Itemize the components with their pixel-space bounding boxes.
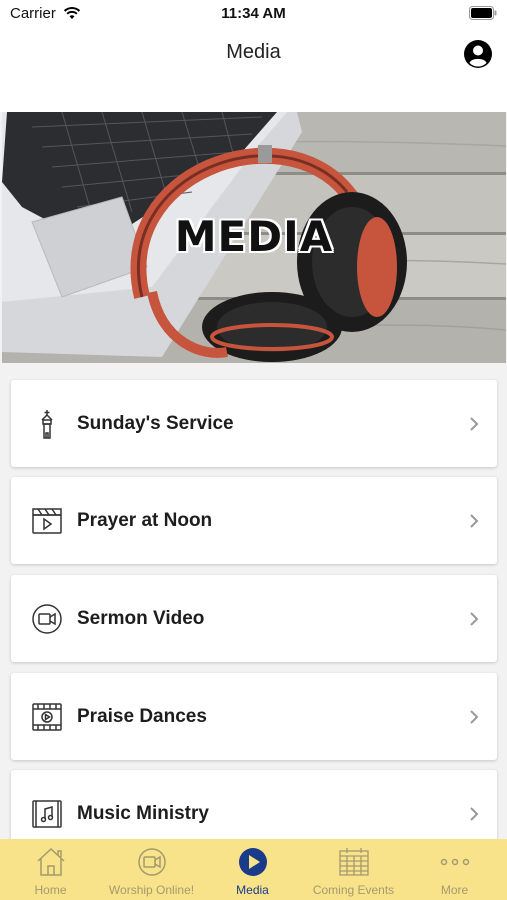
clock: 11:34 AM [221, 5, 286, 22]
list-item-label: Prayer at Noon [77, 510, 213, 531]
play-icon [239, 848, 267, 876]
more-dots-icon [440, 858, 470, 866]
list-item-label: Music Ministry [77, 803, 209, 824]
banner-title: MEDIA [174, 212, 334, 261]
tab-media[interactable]: Media [202, 839, 303, 900]
list-item-label: Praise Dances [77, 706, 207, 727]
music-note-icon [32, 800, 62, 828]
tab-label: Home [34, 883, 67, 897]
list-item-music-ministry[interactable]: Music Ministry [11, 770, 497, 839]
list-item-label: Sermon Video [77, 608, 205, 629]
list-item-prayer-at-noon[interactable]: Prayer at Noon [11, 477, 497, 564]
media-list: Sunday's Service Prayer at Noon Sermon V… [0, 363, 507, 839]
list-item-label: Sunday's Service [77, 413, 234, 434]
clapperboard-icon [32, 508, 62, 534]
page-title: Media [226, 41, 281, 63]
church-icon [41, 410, 53, 439]
tab-more[interactable]: More [404, 839, 505, 900]
battery-icon [469, 6, 497, 20]
tab-label: Coming Events [312, 883, 395, 897]
calendar-icon [339, 848, 369, 876]
header-spacer [0, 78, 507, 112]
home-icon [37, 847, 65, 876]
tab-home[interactable]: Home [0, 839, 101, 900]
video-icon [138, 848, 166, 876]
tab-coming-events[interactable]: Coming Events [303, 839, 404, 900]
list-item-praise-dances[interactable]: Praise Dances [11, 673, 497, 760]
chevron-right-icon [470, 612, 479, 626]
list-item-sundays-service[interactable]: Sunday's Service [11, 380, 497, 467]
chevron-right-icon [470, 807, 479, 821]
video-camera-icon [32, 604, 62, 634]
chevron-right-icon [470, 417, 479, 431]
tab-bar: Home Worship Online! Media Coming Events… [0, 839, 507, 900]
status-bar: Carrier 11:34 AM [0, 0, 507, 30]
chevron-right-icon [470, 710, 479, 724]
list-item-sermon-video[interactable]: Sermon Video [11, 575, 497, 662]
film-play-icon [32, 703, 62, 731]
tab-label: More [440, 883, 469, 897]
tab-label: Media [236, 883, 269, 897]
chevron-right-icon [470, 514, 479, 528]
media-banner: MEDIA [2, 112, 506, 363]
tab-worship-online[interactable]: Worship Online! [101, 839, 202, 900]
navigation-bar: Media [0, 30, 507, 78]
tab-label: Worship Online! [108, 883, 195, 897]
profile-icon[interactable] [463, 39, 493, 69]
